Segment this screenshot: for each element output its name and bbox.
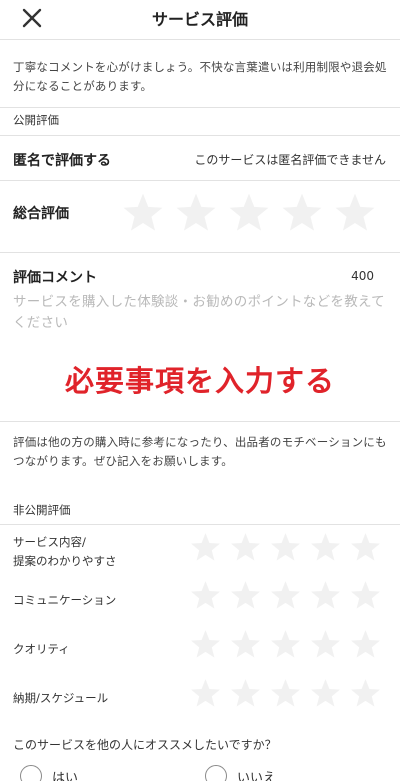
divider [0,107,400,108]
divider [0,421,400,422]
star-icon[interactable] [270,532,301,563]
star-icon[interactable] [190,580,221,611]
star-icon[interactable] [270,678,301,709]
radio-circle-icon [205,765,227,781]
star-icon[interactable] [270,580,301,611]
criterion-star-rating[interactable] [190,629,381,660]
anonymous-label: 匿名で評価する [13,153,111,169]
criterion-label-line: サービス内容/ [13,535,86,549]
star-icon[interactable] [310,580,341,611]
criterion-label: コミュニケーション [13,593,117,607]
anonymous-note: このサービスは匿名評価できません [194,153,386,167]
comment-textarea[interactable] [13,292,389,340]
encourage-text: 評価は他の方の購入時に参考になったり、出品者のモチベーションにもつながります。ぜ… [13,435,387,468]
star-icon[interactable] [230,629,261,660]
recommend-question: このサービスを他の人にオススメしたいですか？ [13,738,277,752]
star-icon[interactable] [190,532,221,563]
comment-label: 評価コメント [13,270,97,286]
public-review-section-label: 公開評価 [13,113,59,127]
star-icon[interactable] [350,580,381,611]
notice-text: 丁寧なコメントを心がけましょう。不快な言葉遣いは利用制限や退会処分になることがあ… [13,60,387,93]
overall-star-rating[interactable] [122,192,376,234]
criterion-star-rating[interactable] [190,678,381,709]
star-icon[interactable] [350,678,381,709]
star-icon[interactable] [190,629,221,660]
page-title: サービス評価 [151,10,248,29]
star-icon[interactable] [350,532,381,563]
criterion-label: サービス内容/ 提案のわかりやすさ [13,533,117,571]
star-icon[interactable] [230,678,261,709]
header-bar: サービス評価 [0,0,400,40]
star-icon[interactable] [122,192,164,234]
divider [0,252,400,253]
divider [0,135,400,136]
radio-label: はい [52,770,79,781]
star-icon[interactable] [281,192,323,234]
criterion-label-line: 提案のわかりやすさ [13,554,117,568]
comment-char-count: 400 [351,269,374,283]
recommend-no-radio[interactable]: いいえ [205,765,276,781]
star-icon[interactable] [334,192,376,234]
star-icon[interactable] [175,192,217,234]
star-icon[interactable] [230,580,261,611]
overall-rating-label: 総合評価 [13,206,69,222]
radio-circle-icon [20,765,42,781]
divider [0,524,400,525]
star-icon[interactable] [230,532,261,563]
star-icon[interactable] [228,192,270,234]
star-icon[interactable] [350,629,381,660]
star-icon[interactable] [310,532,341,563]
star-icon[interactable] [270,629,301,660]
criterion-star-rating[interactable] [190,580,381,611]
radio-label: いいえ [237,770,277,781]
criterion-label: クオリティ [13,642,70,656]
criterion-star-rating[interactable] [190,532,381,563]
private-review-section-label: 非公開評価 [13,503,71,517]
input-required-overlay: 必要事項を入力する [64,364,335,398]
recommend-yes-radio[interactable]: はい [20,765,78,781]
star-icon[interactable] [310,629,341,660]
divider [0,180,400,181]
criterion-label: 納期/スケジュール [13,691,109,705]
star-icon[interactable] [190,678,221,709]
star-icon[interactable] [310,678,341,709]
